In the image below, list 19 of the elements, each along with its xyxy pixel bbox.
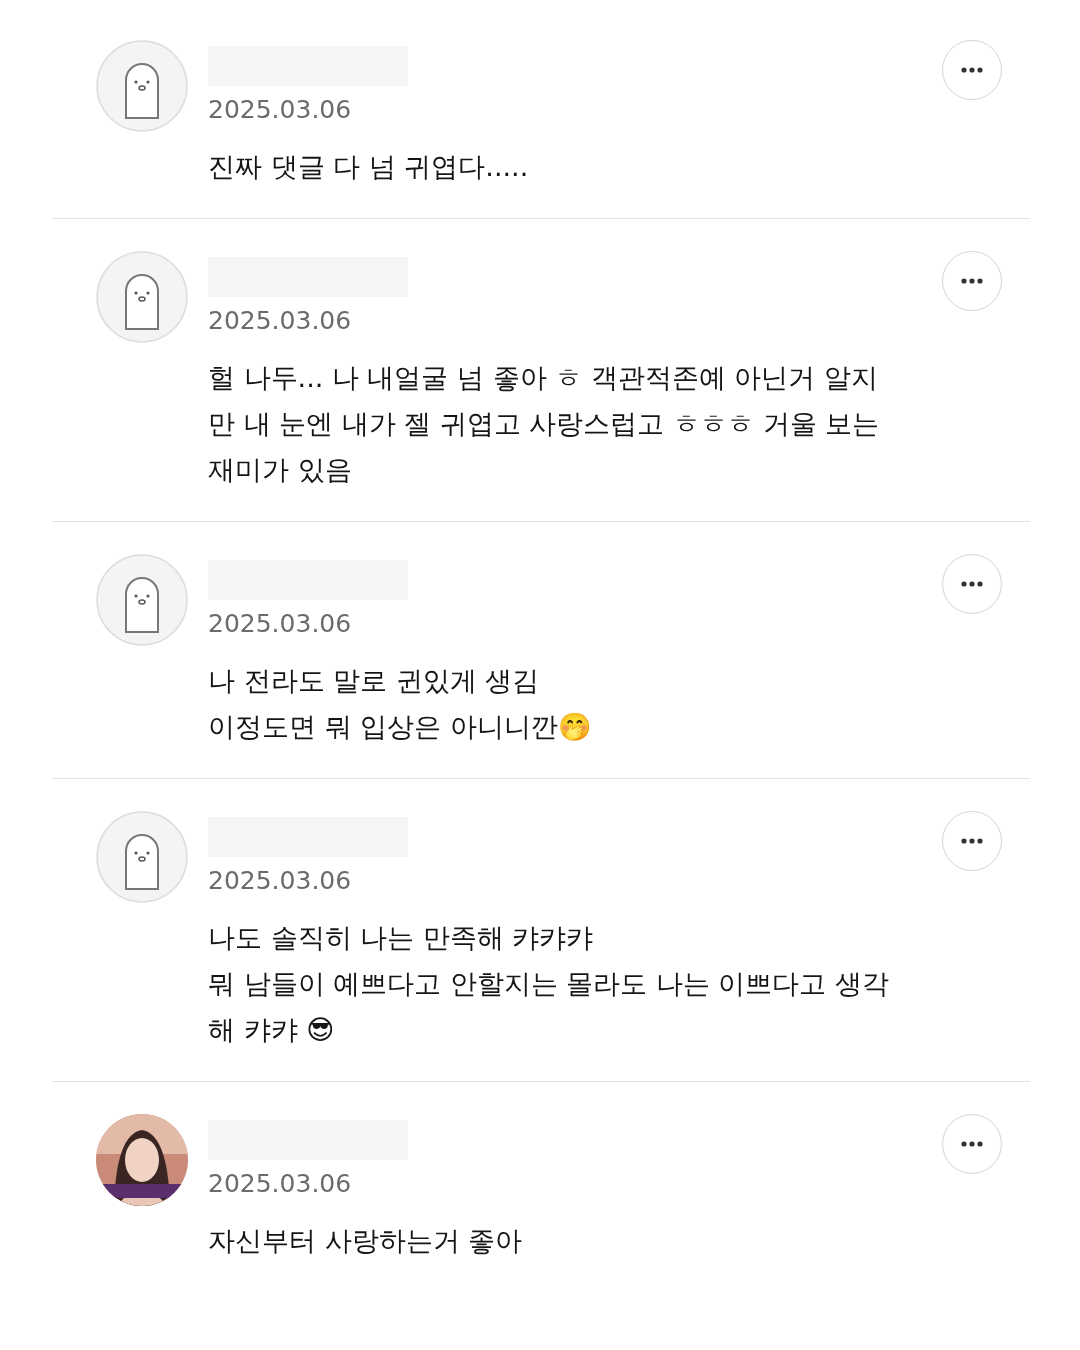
avatar-icon <box>96 811 188 903</box>
comment-date: 2025.03.06 <box>208 608 353 640</box>
avatar-icon <box>96 40 188 132</box>
comment-date: 2025.03.06 <box>208 1168 353 1200</box>
avatar-icon <box>96 251 188 343</box>
comment-date: 2025.03.06 <box>208 305 353 337</box>
comment-date: 2025.03.06 <box>208 94 353 126</box>
comment-text: 진짜 댓글 다 넘 귀엽다..... <box>208 150 530 184</box>
more-icon <box>961 1141 983 1147</box>
comment-text: 나 전라도 말로 귄있게 생김 이정도면 뭐 입상은 아니니깐🤭 <box>208 664 593 744</box>
more-icon <box>961 838 983 844</box>
more-icon <box>961 278 983 284</box>
comment-text: 자신부터 사랑하는거 좋아 <box>208 1224 524 1258</box>
comment-text: 헐 나두... 나 내얼굴 넘 좋아 ㅎ 객관적존예 아닌거 알지 만 내 눈엔 내가 젤 귀엽고 사랑스럽고 ㅎㅎㅎ 거울 보는 재미가 있음 <box>208 361 881 487</box>
more-icon <box>961 67 983 73</box>
comment-text: 나도 솔직히 나는 만족해 캬캬캬 뭐 남들이 예쁘다고 안할지는 몰라도 나는 이쁘다고 생각 해 캬캬 😎 <box>208 921 891 1047</box>
avatar-icon <box>96 554 188 646</box>
more-icon <box>961 581 983 587</box>
comment-date: 2025.03.06 <box>208 865 353 897</box>
